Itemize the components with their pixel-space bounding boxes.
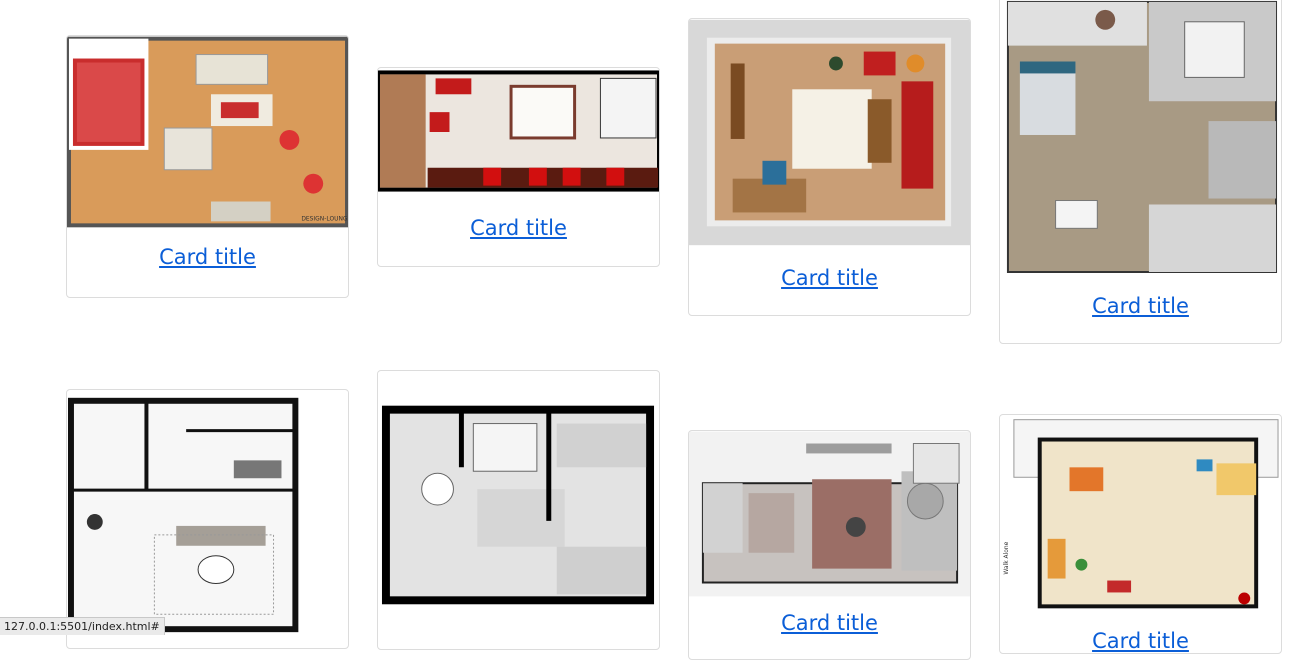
card-5 — [66, 389, 349, 649]
card-6 — [377, 370, 660, 650]
status-bar-url: 127.0.0.1:5501/index.html# — [0, 617, 165, 635]
svg-text:DESIGN-LOUNGE.RU: DESIGN-LOUNGE.RU — [301, 215, 348, 222]
card-3: Card title — [688, 18, 971, 316]
card-title-link-2[interactable]: Card title — [378, 214, 659, 242]
card-image-5 — [67, 390, 348, 635]
card-image-6 — [378, 371, 659, 635]
card-title-link-8[interactable]: Card title — [1000, 627, 1281, 653]
card-7: Card title — [688, 430, 971, 660]
card-image-3 — [689, 19, 970, 246]
card-image-4 — [1000, 0, 1281, 273]
card-2: Card title — [377, 67, 660, 267]
card-8: Walk Alone Card title — [999, 414, 1282, 654]
card-title-link-4[interactable]: Card title — [1000, 292, 1281, 320]
card-title-link-3[interactable]: Card title — [689, 264, 970, 292]
card-image-2 — [378, 68, 659, 196]
card-4: Card title — [999, 0, 1282, 344]
svg-text:Walk Alone: Walk Alone — [1003, 541, 1010, 574]
card-image-7 — [689, 431, 970, 597]
card-title-link-1[interactable]: Card title — [67, 243, 348, 271]
card-title-link-7[interactable]: Card title — [689, 609, 970, 637]
card-image-8: Walk Alone — [1000, 415, 1281, 615]
card-1: DESIGN-LOUNGE.RU Card title — [66, 35, 349, 298]
card-image-1: DESIGN-LOUNGE.RU — [67, 36, 348, 229]
